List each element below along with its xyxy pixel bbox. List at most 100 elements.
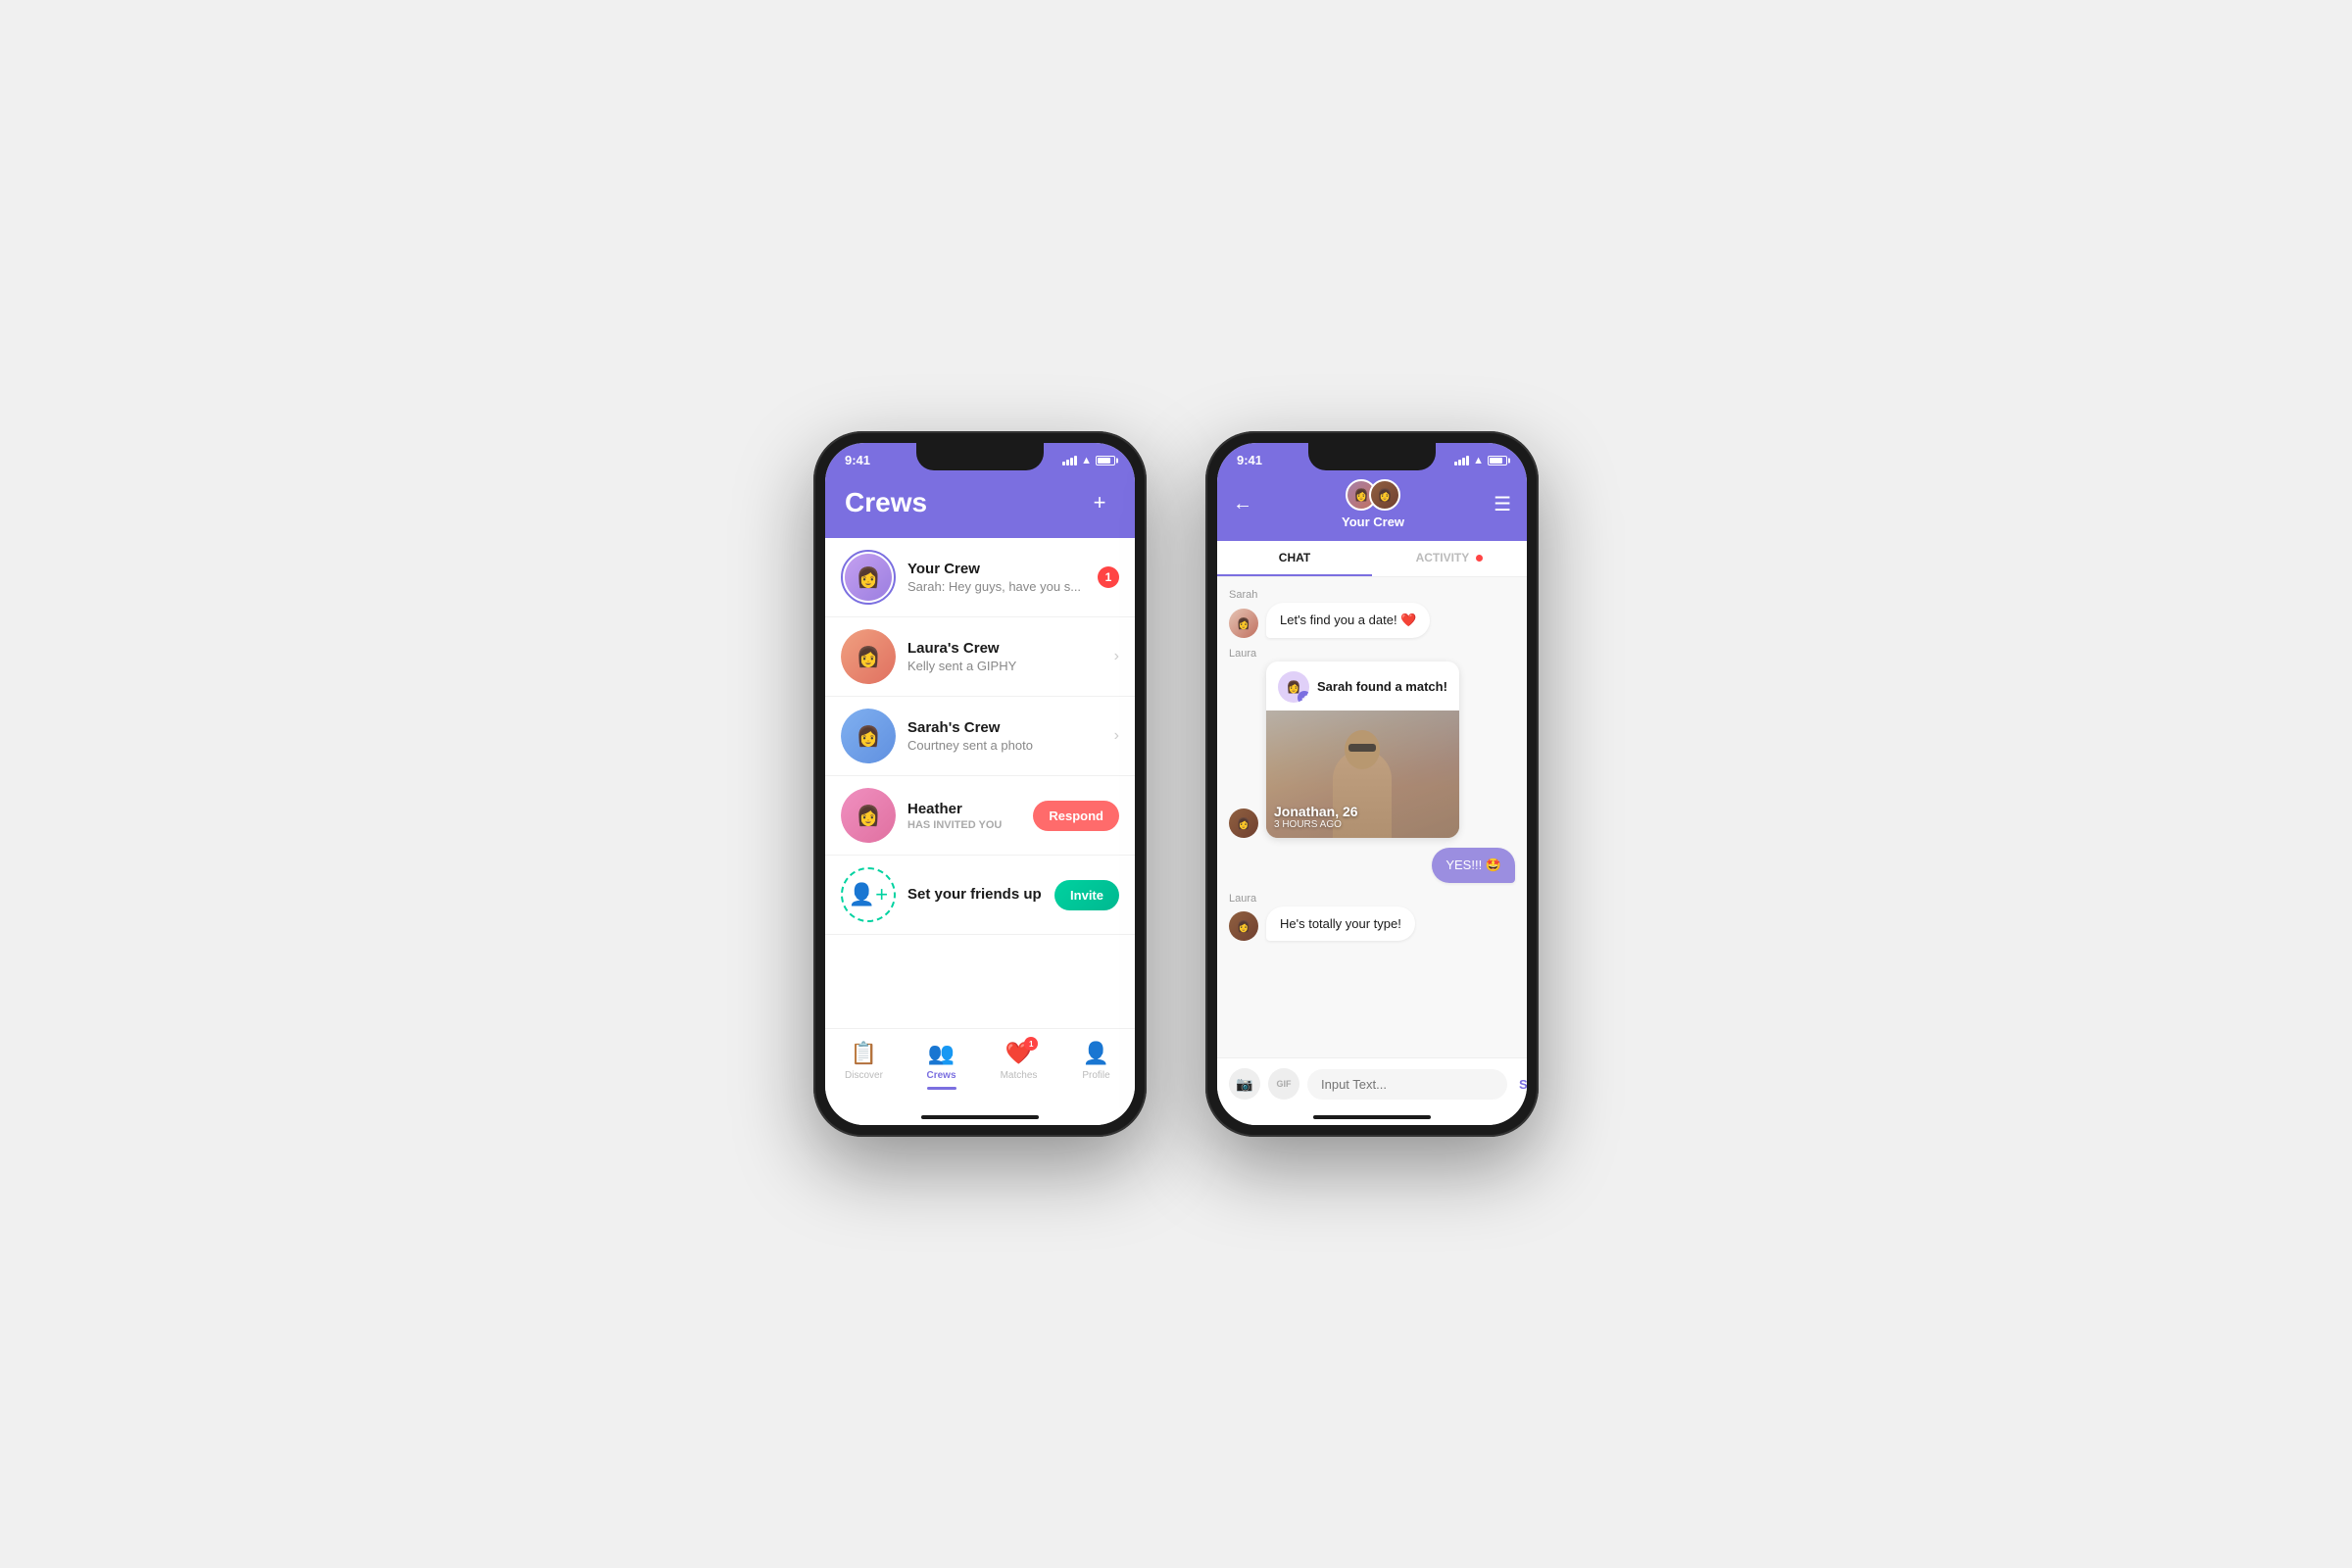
phone-1: 9:41 ▲ Crews +	[813, 431, 1147, 1137]
signal-icon	[1062, 456, 1077, 466]
home-bar-2	[1313, 1115, 1431, 1119]
msg-bubble-laura-2: He's totally your type!	[1266, 906, 1415, 941]
heather-avatar: 👩	[841, 788, 896, 843]
matches-badge: 1	[1024, 1037, 1038, 1051]
invite-avatar-icon: 👤+	[841, 867, 896, 922]
nav-matches[interactable]: ❤️ 1 Matches	[980, 1037, 1057, 1094]
match-card-header: 👩 ✓ Sarah found a match!	[1266, 662, 1459, 710]
crews-icon: 👥	[928, 1041, 955, 1066]
your-crew-badge: 1	[1098, 566, 1119, 588]
your-crew-name: Your Crew	[907, 561, 1098, 577]
signal-icon-2	[1454, 456, 1469, 466]
msg-avatar-sarah: 👩	[1229, 609, 1258, 638]
invite-item[interactable]: 👤+ Set your friends up Invite	[825, 856, 1135, 935]
wifi-icon-2: ▲	[1473, 455, 1484, 466]
back-button[interactable]: ←	[1233, 493, 1252, 515]
match-card-avatar: 👩 ✓	[1278, 671, 1309, 703]
msg-sender-sarah: Sarah	[1229, 589, 1515, 601]
chat-text-input[interactable]	[1307, 1069, 1507, 1100]
invite-name: Set your friends up	[907, 886, 1054, 903]
status-time-1: 9:41	[845, 453, 870, 467]
sarahs-crew-preview: Courtney sent a photo	[907, 738, 1106, 753]
your-crew-avatar: 👩	[841, 550, 896, 605]
crews-title: Crews	[845, 487, 927, 518]
lauras-crew-chevron: ›	[1114, 648, 1119, 665]
invite-button[interactable]: Invite	[1054, 880, 1119, 910]
match-card: 👩 ✓ Sarah found a match!	[1266, 662, 1459, 838]
wifi-icon: ▲	[1081, 455, 1092, 466]
profile-label: Profile	[1082, 1070, 1109, 1081]
crews-header: Crews +	[825, 471, 1135, 538]
camera-icon[interactable]: 📷	[1229, 1068, 1260, 1100]
nav-active-indicator	[927, 1087, 956, 1090]
nav-profile[interactable]: 👤 Profile	[1057, 1037, 1135, 1094]
msg-sender-laura-1: Laura	[1229, 648, 1515, 660]
phone-notch	[916, 443, 1044, 470]
discover-label: Discover	[845, 1070, 883, 1081]
status-time-2: 9:41	[1237, 453, 1262, 467]
matches-label: Matches	[1001, 1070, 1038, 1081]
sarahs-crew-name: Sarah's Crew	[907, 719, 1106, 736]
crew-item-your-crew[interactable]: 👩 Your Crew Sarah: Hey guys, have you s.…	[825, 538, 1135, 617]
add-crew-button[interactable]: +	[1084, 487, 1115, 518]
match-card-info: Jonathan, 26 3 HOURS AGO	[1274, 804, 1358, 830]
discover-icon: 📋	[851, 1041, 877, 1066]
sarahs-crew-avatar-img: 👩	[841, 709, 896, 763]
nav-crews[interactable]: 👥 Crews	[903, 1037, 980, 1094]
tab-chat[interactable]: CHAT	[1217, 541, 1372, 576]
crew-list: 👩 Your Crew Sarah: Hey guys, have you s.…	[825, 538, 1135, 1028]
phone-notch-2	[1308, 443, 1436, 470]
crews-label: Crews	[926, 1070, 956, 1081]
crew-item-sarahs-crew[interactable]: 👩 Sarah's Crew Courtney sent a photo ›	[825, 697, 1135, 776]
msg-sender-laura-2: Laura	[1229, 893, 1515, 905]
chat-avatars: 👩 👩	[1346, 479, 1400, 511]
chat-header: ← 👩 👩 Your Crew ☰	[1217, 471, 1527, 541]
match-time: 3 HOURS AGO	[1274, 819, 1358, 830]
gif-button[interactable]: GIF	[1268, 1068, 1299, 1100]
home-indicator-2	[1217, 1109, 1527, 1125]
person-plus-icon: 👤+	[849, 882, 888, 907]
your-crew-avatar-img: 👩	[845, 554, 892, 601]
status-icons-1: ▲	[1062, 455, 1115, 466]
profile-icon: 👤	[1083, 1041, 1109, 1066]
crew-item-heather[interactable]: 👩 Heather HAS INVITED YOU Respond	[825, 776, 1135, 856]
heather-info: Heather HAS INVITED YOU	[907, 801, 1033, 831]
sarahs-crew-avatar: 👩	[841, 709, 896, 763]
match-card-image: Jonathan, 26 3 HOURS AGO	[1266, 710, 1459, 838]
chat-input-bar: 📷 GIF Send	[1217, 1057, 1527, 1109]
lauras-crew-info: Laura's Crew Kelly sent a GIPHY	[907, 640, 1106, 673]
nav-discover[interactable]: 📋 Discover	[825, 1037, 903, 1094]
heather-name: Heather	[907, 801, 1033, 817]
tab-activity[interactable]: ACTIVITY	[1372, 541, 1527, 576]
lauras-crew-name: Laura's Crew	[907, 640, 1106, 657]
lauras-crew-avatar-img: 👩	[841, 629, 896, 684]
sarahs-crew-chevron: ›	[1114, 727, 1119, 745]
home-bar-1	[921, 1115, 1039, 1119]
matches-icon: ❤️ 1	[1005, 1041, 1032, 1066]
message-group-4: Laura 👩 He's totally your type!	[1229, 893, 1515, 941]
chat-tabs: CHAT ACTIVITY	[1217, 541, 1527, 577]
heather-avatar-img: 👩	[841, 788, 896, 843]
chat-group-name: Your Crew	[1342, 514, 1404, 529]
msg-row-1: 👩 Let's find you a date! ❤️	[1229, 603, 1515, 638]
crew-item-lauras-crew[interactable]: 👩 Laura's Crew Kelly sent a GIPHY ›	[825, 617, 1135, 697]
chat-menu-button[interactable]: ☰	[1494, 492, 1511, 516]
phone-1-screen: 9:41 ▲ Crews +	[825, 443, 1135, 1125]
match-card-title: Sarah found a match!	[1317, 679, 1447, 695]
your-crew-preview: Sarah: Hey guys, have you s...	[907, 579, 1098, 594]
send-button[interactable]: Send	[1515, 1073, 1527, 1096]
activity-dot	[1476, 555, 1483, 562]
home-indicator-1	[825, 1109, 1135, 1125]
match-name: Jonathan, 26	[1274, 804, 1358, 819]
msg-avatar-laura-2: 👩	[1229, 911, 1258, 941]
msg-bubble-sarah: Let's find you a date! ❤️	[1266, 603, 1430, 638]
chat-title-area: 👩 👩 Your Crew	[1342, 479, 1404, 529]
sarahs-crew-info: Sarah's Crew Courtney sent a photo	[907, 719, 1106, 753]
msg-row-3: YES!!! 🤩	[1229, 848, 1515, 883]
msg-bubble-me: YES!!! 🤩	[1432, 848, 1515, 883]
lauras-crew-avatar: 👩	[841, 629, 896, 684]
bottom-nav: 📋 Discover 👥 Crews ❤️ 1 Matches 👤 Profil…	[825, 1028, 1135, 1109]
match-check-icon: ✓	[1298, 691, 1309, 703]
msg-avatar-laura-1: 👩	[1229, 808, 1258, 838]
respond-button[interactable]: Respond	[1033, 801, 1119, 831]
